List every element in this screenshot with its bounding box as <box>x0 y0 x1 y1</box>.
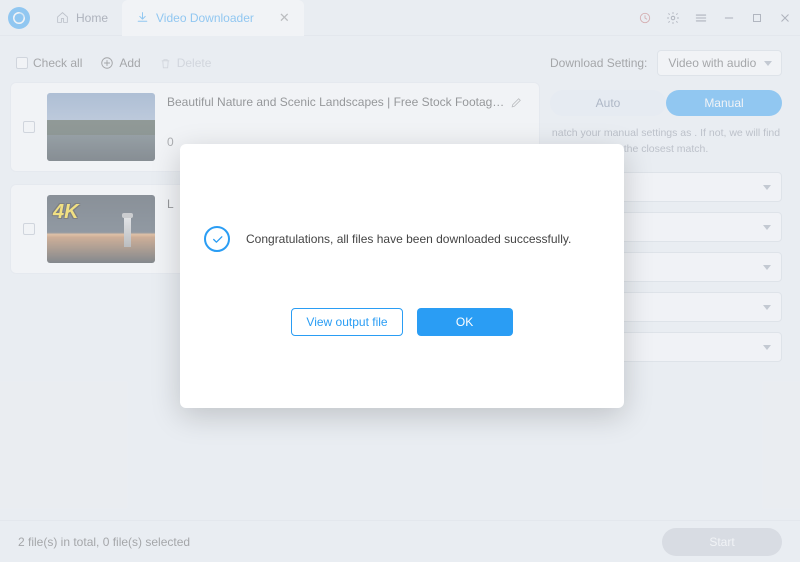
view-output-button[interactable]: View output file <box>291 308 402 336</box>
modal-message: Congratulations, all files have been dow… <box>246 232 571 246</box>
check-icon <box>204 226 230 252</box>
success-modal: Congratulations, all files have been dow… <box>180 144 624 408</box>
ok-button[interactable]: OK <box>417 308 513 336</box>
